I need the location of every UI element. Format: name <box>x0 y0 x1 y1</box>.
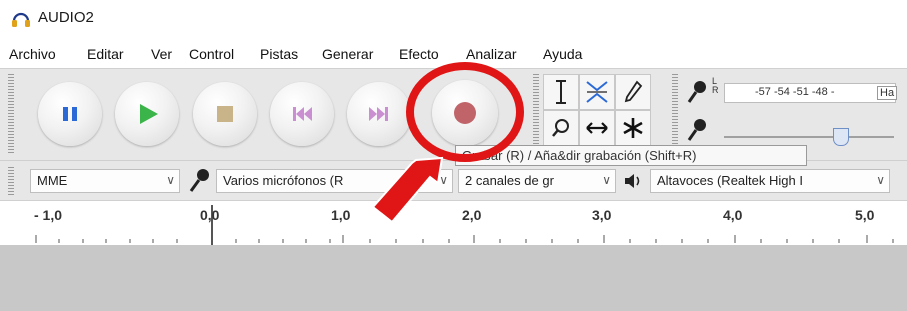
menu-analizar[interactable]: Analizar <box>466 46 517 62</box>
audio-host-select[interactable]: MME ∨ <box>30 169 180 193</box>
menu-editar[interactable]: Editar <box>87 46 124 62</box>
draw-tool[interactable] <box>615 74 651 110</box>
record-meter[interactable]: -57 -54 -51 -48 - Ha <box>724 83 898 103</box>
chevron-down-icon: ∨ <box>602 173 611 187</box>
skip-to-end-icon <box>369 107 388 121</box>
ruler-label: 1,0 <box>331 207 351 223</box>
magnifier-icon <box>552 119 569 137</box>
microphone-icon <box>189 169 209 192</box>
track-area[interactable] <box>0 245 907 311</box>
skip-to-start-icon <box>293 107 312 121</box>
chevron-down-icon: ∨ <box>166 173 175 187</box>
ruler-label: 3,0 <box>592 207 612 223</box>
stop-button[interactable] <box>193 82 257 146</box>
speaker-icon <box>625 174 640 188</box>
record-meter-microphone-icon[interactable] <box>686 78 710 106</box>
play-icon <box>140 104 158 124</box>
ruler-label: 5,0 <box>855 207 875 223</box>
asterisk-icon <box>623 118 643 138</box>
playback-device-value: Altavoces (Realtek High I <box>657 173 803 188</box>
stop-icon <box>217 106 233 122</box>
envelope-tool[interactable] <box>579 74 615 110</box>
window-title: AUDIO2 <box>38 9 94 26</box>
pause-icon <box>63 107 77 121</box>
selection-tool[interactable] <box>543 74 579 110</box>
meter-toolbar-grip[interactable] <box>672 74 678 154</box>
mixer-slider-thumb[interactable] <box>833 128 849 146</box>
pencil-icon <box>624 80 643 103</box>
multi-tool[interactable] <box>615 110 651 146</box>
audio-host-value: MME <box>37 173 68 188</box>
recording-device-value: Varios micrófonos (R <box>223 173 344 188</box>
tools-toolbar-grip[interactable] <box>533 74 539 154</box>
recording-channels-select[interactable]: 2 canales de gr ∨ <box>458 169 616 193</box>
envelope-icon <box>586 81 608 103</box>
menu-generar[interactable]: Generar <box>322 46 373 62</box>
menu-efecto[interactable]: Efecto <box>399 46 439 62</box>
playback-meter-microphone-icon[interactable] <box>686 116 710 144</box>
toolbar-grip[interactable] <box>8 74 14 154</box>
menu-ayuda[interactable]: Ayuda <box>543 46 582 62</box>
double-arrow-icon <box>586 122 608 134</box>
skip-to-start-button[interactable] <box>270 82 334 146</box>
title-bar: AUDIO2 <box>0 0 907 38</box>
ruler-label: 2,0 <box>462 207 482 223</box>
record-button[interactable] <box>432 80 498 146</box>
timeline-ruler[interactable]: - 1,0 0,0 1,0 2,0 3,0 4,0 5,0 <box>0 200 907 246</box>
meter-channel-labels: L R <box>712 76 719 95</box>
playback-device-select[interactable]: Altavoces (Realtek High I ∨ <box>650 169 890 193</box>
mixer-slider-track[interactable] <box>724 136 894 138</box>
ruler-label: 0,0 <box>200 207 220 223</box>
record-icon <box>454 102 476 124</box>
skip-to-end-button[interactable] <box>347 82 411 146</box>
meter-scale: -57 -54 -51 -48 - <box>755 86 835 98</box>
time-shift-tool[interactable] <box>579 110 615 146</box>
meter-hint: Ha <box>877 86 898 100</box>
menu-pistas[interactable]: Pistas <box>260 46 298 62</box>
play-button[interactable] <box>115 82 179 146</box>
recording-channels-value: 2 canales de gr <box>465 173 554 188</box>
menu-archivo[interactable]: Archivo <box>9 46 56 62</box>
menu-bar: Archivo Editar Ver Control Pistas Genera… <box>0 38 907 68</box>
record-button-tooltip: Grabar (R) / Aña&dir grabación (Shift+R) <box>455 145 807 166</box>
zoom-tool[interactable] <box>543 110 579 146</box>
i-beam-icon <box>556 80 566 104</box>
recording-device-select[interactable]: Varios micrófonos (R ∨ <box>216 169 453 193</box>
menu-control[interactable]: Control <box>189 46 234 62</box>
pause-button[interactable] <box>38 82 102 146</box>
ruler-label: - 1,0 <box>34 207 63 223</box>
ruler-ticks <box>35 205 894 245</box>
menu-ver[interactable]: Ver <box>151 46 172 62</box>
device-toolbar: MME ∨ Varios micrófonos (R ∨ 2 canales d… <box>0 160 907 201</box>
headphones-icon <box>12 12 30 27</box>
device-toolbar-grip[interactable] <box>8 167 14 195</box>
chevron-down-icon: ∨ <box>439 173 448 187</box>
chevron-down-icon: ∨ <box>876 173 885 187</box>
ruler-label: 4,0 <box>723 207 743 223</box>
